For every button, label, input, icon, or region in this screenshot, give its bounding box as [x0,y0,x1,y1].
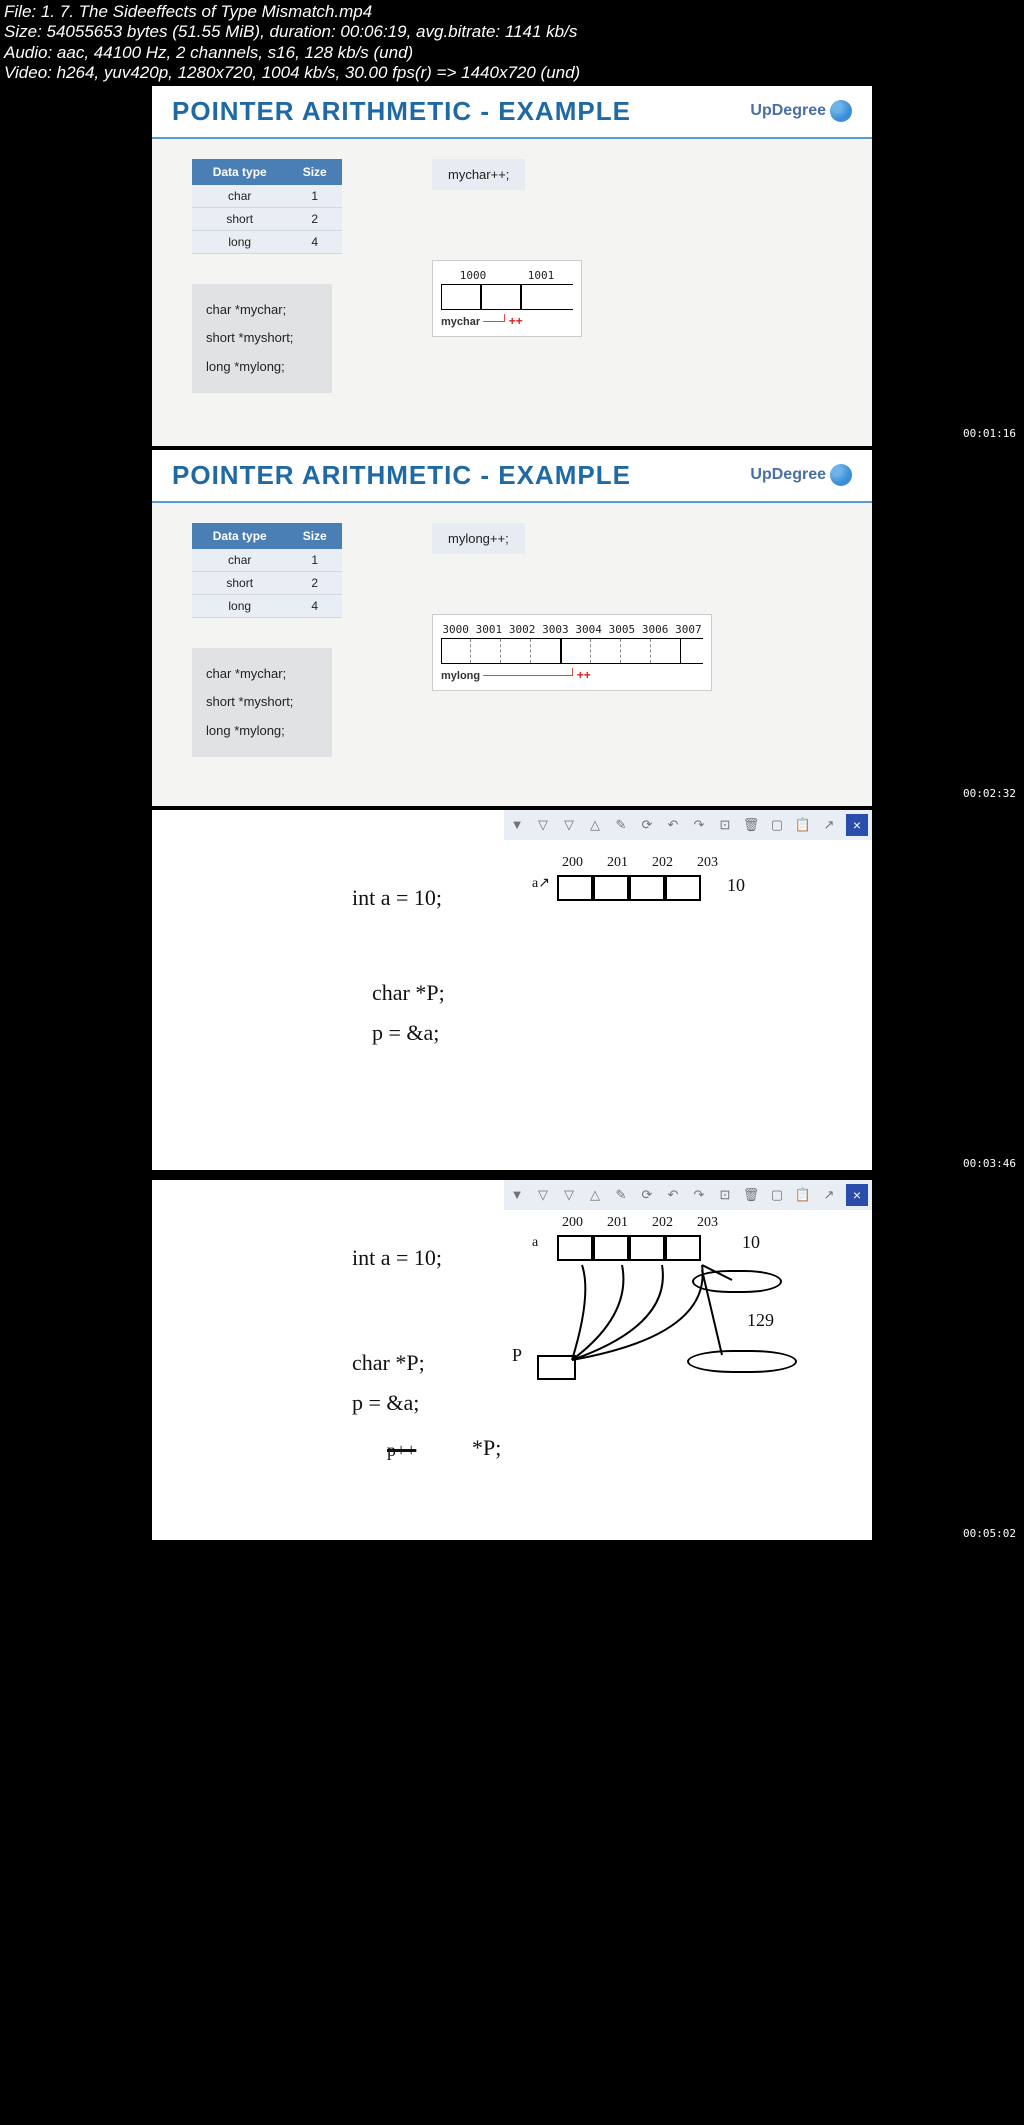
eraser-icon[interactable]: △ [586,816,604,834]
type-size-table: Data type Size char1 short2 long4 [192,523,342,618]
share-icon[interactable]: ↗ [820,816,838,834]
whiteboard-toolbar: ▼ ▽ ▽ △ ✎ ⟳ ↶ ↷ ⊡ 🗑 ▢ 📋 ↗ × [504,810,872,840]
code-line-2: char *P; [372,980,445,1006]
undo-icon[interactable]: ↶ [664,816,682,834]
brand-logo: UpDegree [750,464,852,486]
th-type: Data type [192,523,287,549]
code-block: char *mychar; short *myshort; long *mylo… [192,284,332,394]
binary-box-2: 0000 0000 [687,1350,797,1373]
share-icon[interactable]: ↗ [820,1186,838,1204]
pen-fill-icon[interactable]: ▼ [508,1186,526,1204]
slide-title: POINTER ARITHMETIC - EXAMPLE [172,460,631,491]
expression-box: mylong++; [432,523,525,554]
trash-icon[interactable]: 🗑 [742,1186,760,1204]
brand-name: UpDegree [750,102,826,120]
value-10: 10 [742,1232,760,1253]
pen-outline2-icon[interactable]: ▽ [560,816,578,834]
file-audio-line: Audio: aac, 44100 Hz, 2 channels, s16, 1… [4,43,1020,63]
crop-icon[interactable]: ⊡ [716,816,734,834]
code-line-3: p = &a; [352,1390,419,1416]
th-size: Size [287,523,342,549]
pencil-icon[interactable]: ✎ [612,1186,630,1204]
brand-logo: UpDegree [750,100,852,122]
pen-fill-icon[interactable]: ▼ [508,816,526,834]
slide-2: POINTER ARITHMETIC - EXAMPLE UpDegree Da… [0,446,1024,806]
crop-icon[interactable]: ⊡ [716,1186,734,1204]
struck-code: p++ [387,1440,416,1461]
pen-outline-icon[interactable]: ▽ [534,1186,552,1204]
memory-cells [557,1235,701,1261]
close-button[interactable]: × [846,1184,868,1206]
file-name-line: File: 1. 7. The Sideeffects of Type Mism… [4,2,1020,22]
type-size-table: Data type Size char1 short2 long4 [192,159,342,254]
increment-arrow: ──┘++ [483,314,523,328]
brand-icon [830,464,852,486]
slide-1: POINTER ARITHMETIC - EXAMPLE UpDegree Da… [0,86,1024,446]
p-value-box: 200 [537,1355,576,1380]
code-line-3: p = &a; [372,1020,439,1046]
file-info-block: File: 1. 7. The Sideeffects of Type Mism… [0,0,1024,86]
memory-diagram: 1000 1001 mychar ──┘++ [432,260,582,337]
timestamp: 00:05:02 [959,1525,1020,1542]
expression-box: mychar++; [432,159,525,190]
redo-icon[interactable]: ↷ [690,816,708,834]
var-a-label: a [532,1235,538,1251]
redo-icon[interactable]: ↷ [690,1186,708,1204]
th-size: Size [287,159,342,185]
file-video-line: Video: h264, yuv420p, 1280x720, 1004 kb/… [4,63,1020,83]
file-size-line: Size: 54055653 bytes (51.55 MiB), durati… [4,22,1020,42]
pen-outline-icon[interactable]: ▽ [534,816,552,834]
undo-icon[interactable]: ↶ [664,1186,682,1204]
increment-arrow: ──────────┘++ [483,668,591,682]
timestamp: 00:01:16 [959,425,1020,442]
pen-outline2-icon[interactable]: ▽ [560,1186,578,1204]
memory-cells [557,875,701,901]
slide-title: POINTER ARITHMETIC - EXAMPLE [172,96,631,127]
eraser-icon[interactable]: △ [586,1186,604,1204]
code-line-4: *P; [472,1435,501,1461]
lasso-icon[interactable]: ⟳ [638,1186,656,1204]
lasso-icon[interactable]: ⟳ [638,816,656,834]
save-icon[interactable]: ▢ [768,1186,786,1204]
close-button[interactable]: × [846,814,868,836]
trash-icon[interactable]: 🗑 [742,816,760,834]
code-line-2: char *P; [352,1350,425,1376]
value-129: 129 [747,1310,774,1331]
th-type: Data type [192,159,287,185]
whiteboard-1: ▼ ▽ ▽ △ ✎ ⟳ ↶ ↷ ⊡ 🗑 ▢ 📋 ↗ × int a = 10; … [0,806,1024,1176]
brand-name: UpDegree [750,466,826,484]
code-line-1: int a = 10; [352,1245,442,1271]
memory-diagram: 3000 3001 3002 3003 3004 3005 3006 3007 [432,614,712,691]
code-block: char *mychar; short *myshort; long *mylo… [192,648,332,758]
timestamp: 00:03:46 [959,1155,1020,1172]
binary-box-1: 0000 1010 [692,1270,782,1293]
pencil-icon[interactable]: ✎ [612,816,630,834]
whiteboard-2: ▼ ▽ ▽ △ ✎ ⟳ ↶ ↷ ⊡ 🗑 ▢ 📋 ↗ × int a = 10; … [0,1176,1024,1546]
whiteboard-toolbar: ▼ ▽ ▽ △ ✎ ⟳ ↶ ↷ ⊡ 🗑 ▢ 📋 ↗ × [504,1180,872,1210]
p-label: P [512,1345,522,1366]
save-icon[interactable]: ▢ [768,816,786,834]
value-10: 10 [727,875,745,896]
var-a-label: a↗ [532,875,550,892]
code-line-1: int a = 10; [352,885,442,911]
timestamp: 00:02:32 [959,785,1020,802]
brand-icon [830,100,852,122]
copy-icon[interactable]: 📋 [794,816,812,834]
copy-icon[interactable]: 📋 [794,1186,812,1204]
